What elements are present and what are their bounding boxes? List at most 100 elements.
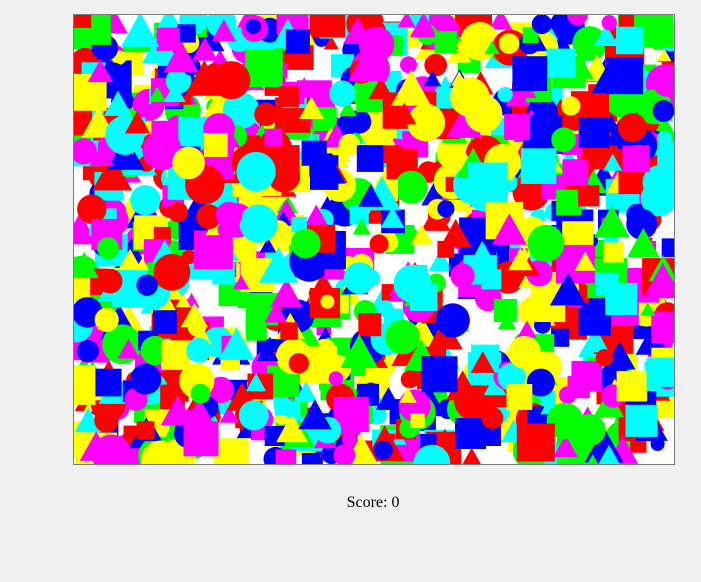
square-shape[interactable] [646,357,675,387]
square-shape[interactable] [93,368,122,397]
circle-shape[interactable] [328,371,344,386]
circle-shape[interactable] [531,15,552,35]
circle-shape[interactable] [136,274,158,296]
square-shape[interactable] [309,15,346,38]
circle-shape[interactable] [172,146,205,180]
square-shape[interactable] [274,399,291,416]
square-shape[interactable] [578,185,600,207]
square-shape[interactable] [493,299,517,322]
square-shape[interactable] [467,162,508,203]
square-shape[interactable] [520,148,557,184]
circle-shape[interactable] [497,87,513,103]
shape-field[interactable] [74,15,674,464]
square-shape[interactable] [275,449,297,464]
circle-shape[interactable] [320,294,335,309]
circle-shape[interactable] [97,268,123,294]
circle-shape[interactable] [130,363,162,395]
square-shape[interactable] [356,145,384,172]
circle-shape[interactable] [595,349,614,367]
circle-shape[interactable] [424,53,448,77]
square-shape[interactable] [651,311,674,344]
square-shape[interactable] [506,384,533,410]
circle-shape[interactable] [373,440,393,460]
square-shape[interactable] [661,238,674,258]
square-shape[interactable] [177,24,196,43]
square-shape[interactable] [153,310,177,334]
circle-shape[interactable] [97,237,119,260]
circle-shape[interactable] [400,370,419,389]
square-shape[interactable] [571,360,603,392]
circle-shape[interactable] [652,100,674,122]
square-shape[interactable] [183,421,219,457]
circle-shape[interactable] [435,303,470,338]
square-shape[interactable] [204,133,228,157]
square-shape[interactable] [546,48,576,78]
game-board[interactable] [73,14,675,465]
circle-shape[interactable] [358,26,395,63]
square-shape[interactable] [156,27,180,51]
square-shape[interactable] [74,15,92,29]
circle-shape[interactable] [450,77,490,117]
circle-shape[interactable] [369,234,389,254]
circle-shape[interactable] [329,80,356,107]
circle-shape[interactable] [481,407,504,429]
square-shape[interactable] [421,356,458,393]
square-shape[interactable] [556,189,582,216]
square-shape[interactable] [616,26,644,55]
square-shape[interactable] [383,145,402,164]
circle-shape[interactable] [617,113,647,143]
square-shape[interactable] [410,413,425,428]
circle-shape[interactable] [508,336,541,369]
square-shape[interactable] [434,31,457,54]
square-shape[interactable] [562,159,589,186]
circle-shape[interactable] [190,383,211,404]
square-shape[interactable] [455,418,486,449]
square-shape[interactable] [625,404,658,437]
square-shape[interactable] [606,57,643,95]
circle-shape[interactable] [217,221,235,239]
square-shape[interactable] [285,29,310,54]
circle-shape[interactable] [212,61,251,100]
square-shape[interactable] [245,49,283,88]
square-shape[interactable] [264,128,283,147]
square-shape[interactable] [409,283,438,311]
square-shape[interactable] [622,145,650,173]
square-shape[interactable] [437,240,455,258]
square-shape[interactable] [278,86,300,107]
circle-shape[interactable] [239,204,278,243]
triangle-shape[interactable] [461,447,483,465]
circle-shape[interactable] [437,200,455,218]
square-shape[interactable] [512,56,548,91]
square-shape[interactable] [74,365,96,405]
circle-shape[interactable] [288,353,309,374]
square-shape[interactable] [161,340,191,370]
circle-shape[interactable] [290,228,321,259]
square-shape[interactable] [358,313,382,337]
circle-shape[interactable] [657,130,672,146]
square-shape[interactable] [280,322,298,340]
circle-shape[interactable] [527,224,565,262]
circle-shape[interactable] [254,102,278,127]
square-shape[interactable] [309,153,333,177]
circle-shape[interactable] [236,151,276,192]
circle-shape[interactable] [76,340,99,363]
circle-shape[interactable] [601,15,617,31]
circle-shape[interactable] [94,307,119,332]
circle-shape[interactable] [186,337,212,363]
circle-shape[interactable] [153,253,191,291]
square-shape[interactable] [616,370,648,402]
circle-shape[interactable] [167,202,188,223]
circle-shape[interactable] [130,185,161,216]
square-shape[interactable] [481,269,502,290]
circle-shape[interactable] [245,18,261,35]
square-shape[interactable] [578,117,610,148]
circle-shape[interactable] [400,56,417,74]
circle-shape[interactable] [450,263,475,288]
square-shape[interactable] [603,242,624,263]
square-shape[interactable] [516,423,555,462]
circle-shape[interactable] [460,22,500,61]
circle-shape[interactable] [238,400,269,431]
circle-shape[interactable] [498,33,520,54]
square-shape[interactable] [504,113,531,140]
circle-shape[interactable] [94,408,119,433]
